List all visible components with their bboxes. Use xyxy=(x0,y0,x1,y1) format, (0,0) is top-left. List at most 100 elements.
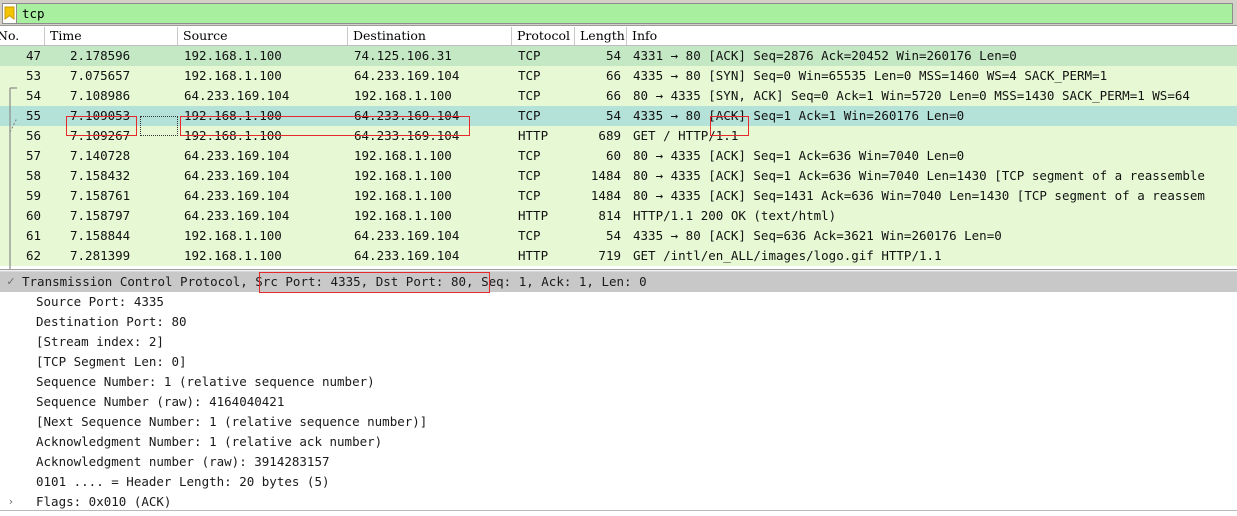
detail-row[interactable]: Sequence Number (raw): 4164040421 xyxy=(0,392,1237,412)
cell-destination: 74.125.106.31 xyxy=(354,48,452,63)
detail-row[interactable]: Destination Port: 80 xyxy=(0,312,1237,332)
cell-source: 192.168.1.100 xyxy=(184,48,282,63)
cell-info: 80 → 4335 [ACK] Seq=1 Ack=636 Win=7040 L… xyxy=(633,168,1205,183)
detail-row-label: 0101 .... = Header Length: 20 bytes (5) xyxy=(36,474,330,489)
column-header-time[interactable]: Time xyxy=(45,27,178,45)
bookmark-icon[interactable] xyxy=(3,4,16,23)
cell-destination: 64.233.169.104 xyxy=(354,128,460,143)
cell-length: 60 xyxy=(605,148,621,163)
packet-row[interactable]: 59 7.158761 64.233.169.104 192.168.1.100 TCP… xyxy=(0,186,1237,206)
cell-destination: 192.168.1.100 xyxy=(354,148,452,163)
detail-row[interactable]: ✓ Transmission Control Protocol, Src Port… xyxy=(0,272,1237,292)
packet-row[interactable]: 55 7.109053 192.168.1.100 64.233.169.104 TCP… xyxy=(0,106,1237,126)
column-header-length[interactable]: Length xyxy=(575,27,627,45)
packet-row[interactable]: 62 7.281399 192.168.1.100 64.233.169.104 HTT… xyxy=(0,246,1237,266)
collapse-arrow-icon[interactable]: ✓ xyxy=(4,272,18,292)
cell-no: 59 xyxy=(25,188,41,203)
detail-row[interactable]: [TCP Segment Len: 0] xyxy=(0,352,1237,372)
cell-length: 1484 xyxy=(590,188,621,203)
cell-time: 7.158844 xyxy=(70,228,131,243)
display-filter-container[interactable]: tcp xyxy=(2,3,1233,24)
detail-row[interactable]: Sequence Number: 1 (relative sequence nu… xyxy=(0,372,1237,392)
cell-protocol: TCP xyxy=(518,88,541,103)
cell-destination: 192.168.1.100 xyxy=(354,88,452,103)
column-header-protocol[interactable]: Protocol xyxy=(512,27,575,45)
packet-row[interactable]: 60 7.158797 64.233.169.104 192.168.1.100 HTT… xyxy=(0,206,1237,226)
packet-row[interactable]: 57 7.140728 64.233.169.104 192.168.1.100 TCP… xyxy=(0,146,1237,166)
cell-destination: 64.233.169.104 xyxy=(354,68,460,83)
cell-info: 80 → 4335 [ACK] Seq=1 Ack=636 Win=7040 L… xyxy=(633,148,965,163)
cell-info: HTTP/1.1 200 OK (text/html) xyxy=(633,208,837,223)
cell-no: 61 xyxy=(25,228,41,243)
cell-source: 64.233.169.104 xyxy=(184,88,290,103)
column-header-source[interactable]: Source xyxy=(178,27,348,45)
cell-length: 66 xyxy=(605,88,621,103)
cell-protocol: TCP xyxy=(518,68,541,83)
cell-destination: 192.168.1.100 xyxy=(354,208,452,223)
cell-length: 689 xyxy=(598,128,621,143)
column-header-destination[interactable]: Destination xyxy=(348,27,512,45)
packet-row[interactable]: 47 2.178596 192.168.1.100 74.125.106.31 TCP 5… xyxy=(0,46,1237,66)
cell-info: 4335 → 80 [SYN] Seq=0 Win=65535 Len=0 MS… xyxy=(633,68,1108,83)
cell-info: 4335 → 80 [ACK] Seq=636 Ack=3621 Win=260… xyxy=(633,228,1002,243)
cell-no: 47 xyxy=(25,48,41,63)
detail-row-label: [TCP Segment Len: 0] xyxy=(36,354,187,369)
detail-row[interactable]: [Next Sequence Number: 1 (relative seque… xyxy=(0,412,1237,432)
display-filter-input[interactable]: tcp xyxy=(16,4,1232,23)
cell-protocol: TCP xyxy=(518,48,541,63)
cell-source: 64.233.169.104 xyxy=(184,208,290,223)
packet-row[interactable]: 61 7.158844 192.168.1.100 64.233.169.104 TCP… xyxy=(0,226,1237,246)
packet-list[interactable]: No. Time Source Destination Protocol Len… xyxy=(0,27,1237,269)
cell-time: 7.075657 xyxy=(70,68,131,83)
cell-time: 7.158432 xyxy=(70,168,131,183)
column-header-no[interactable]: No. xyxy=(0,27,45,45)
detail-row[interactable]: Source Port: 4335 xyxy=(0,292,1237,312)
detail-row[interactable]: Acknowledgment Number: 1 (relative ack n… xyxy=(0,432,1237,452)
detail-row[interactable]: › Flags: 0x010 (ACK) xyxy=(0,492,1237,512)
cell-length: 719 xyxy=(598,248,621,263)
packet-row[interactable]: 58 7.158432 64.233.169.104 192.168.1.100 TCP… xyxy=(0,166,1237,186)
detail-row[interactable]: [Stream index: 2] xyxy=(0,332,1237,352)
column-header-info[interactable]: Info xyxy=(627,27,1237,45)
cell-source: 192.168.1.100 xyxy=(184,128,282,143)
cell-time: 7.140728 xyxy=(70,148,131,163)
cell-time: 7.281399 xyxy=(70,248,131,263)
cell-length: 66 xyxy=(605,68,621,83)
packet-row[interactable]: 56 7.109267 192.168.1.100 64.233.169.104 HTT… xyxy=(0,126,1237,146)
packet-row[interactable]: 53 7.075657 192.168.1.100 64.233.169.104 TCP… xyxy=(0,66,1237,86)
cell-time: 7.158761 xyxy=(70,188,131,203)
cell-protocol: TCP xyxy=(518,228,541,243)
detail-row[interactable]: Acknowledgment number (raw): 3914283157 xyxy=(0,452,1237,472)
detail-row-label: Acknowledgment Number: 1 (relative ack n… xyxy=(36,434,383,449)
cell-length: 54 xyxy=(605,108,621,123)
cell-source: 64.233.169.104 xyxy=(184,188,290,203)
cell-protocol: HTTP xyxy=(518,208,549,223)
detail-row[interactable]: 0101 .... = Header Length: 20 bytes (5) xyxy=(0,472,1237,492)
packet-detail-pane[interactable]: ✓ Transmission Control Protocol, Src Port… xyxy=(0,272,1237,516)
cell-protocol: TCP xyxy=(518,108,541,123)
detail-row-label: Transmission Control Protocol, Src Port:… xyxy=(22,274,647,289)
detail-row-label: [Next Sequence Number: 1 (relative seque… xyxy=(36,414,428,429)
cell-source: 64.233.169.104 xyxy=(184,148,290,163)
cell-protocol: HTTP xyxy=(518,128,549,143)
cell-length: 54 xyxy=(605,48,621,63)
cell-destination: 192.168.1.100 xyxy=(354,168,452,183)
detail-row-label: Sequence Number (raw): 4164040421 xyxy=(36,394,285,409)
cell-no: 62 xyxy=(25,248,41,263)
detail-row-label: Sequence Number: 1 (relative sequence nu… xyxy=(36,374,375,389)
detail-row-label: [Stream index: 2] xyxy=(36,334,164,349)
detail-row-label: Source Port: 4335 xyxy=(36,294,164,309)
cell-destination: 64.233.169.104 xyxy=(354,108,460,123)
cell-info: 80 → 4335 [SYN, ACK] Seq=0 Ack=1 Win=572… xyxy=(633,88,1190,103)
packet-row[interactable]: 54 7.108986 64.233.169.104 192.168.1.100 TCP… xyxy=(0,86,1237,106)
packet-list-rows: 47 2.178596 192.168.1.100 74.125.106.31 TCP 5… xyxy=(0,46,1237,266)
cell-destination: 64.233.169.104 xyxy=(354,248,460,263)
expand-arrow-icon[interactable]: › xyxy=(4,492,18,512)
